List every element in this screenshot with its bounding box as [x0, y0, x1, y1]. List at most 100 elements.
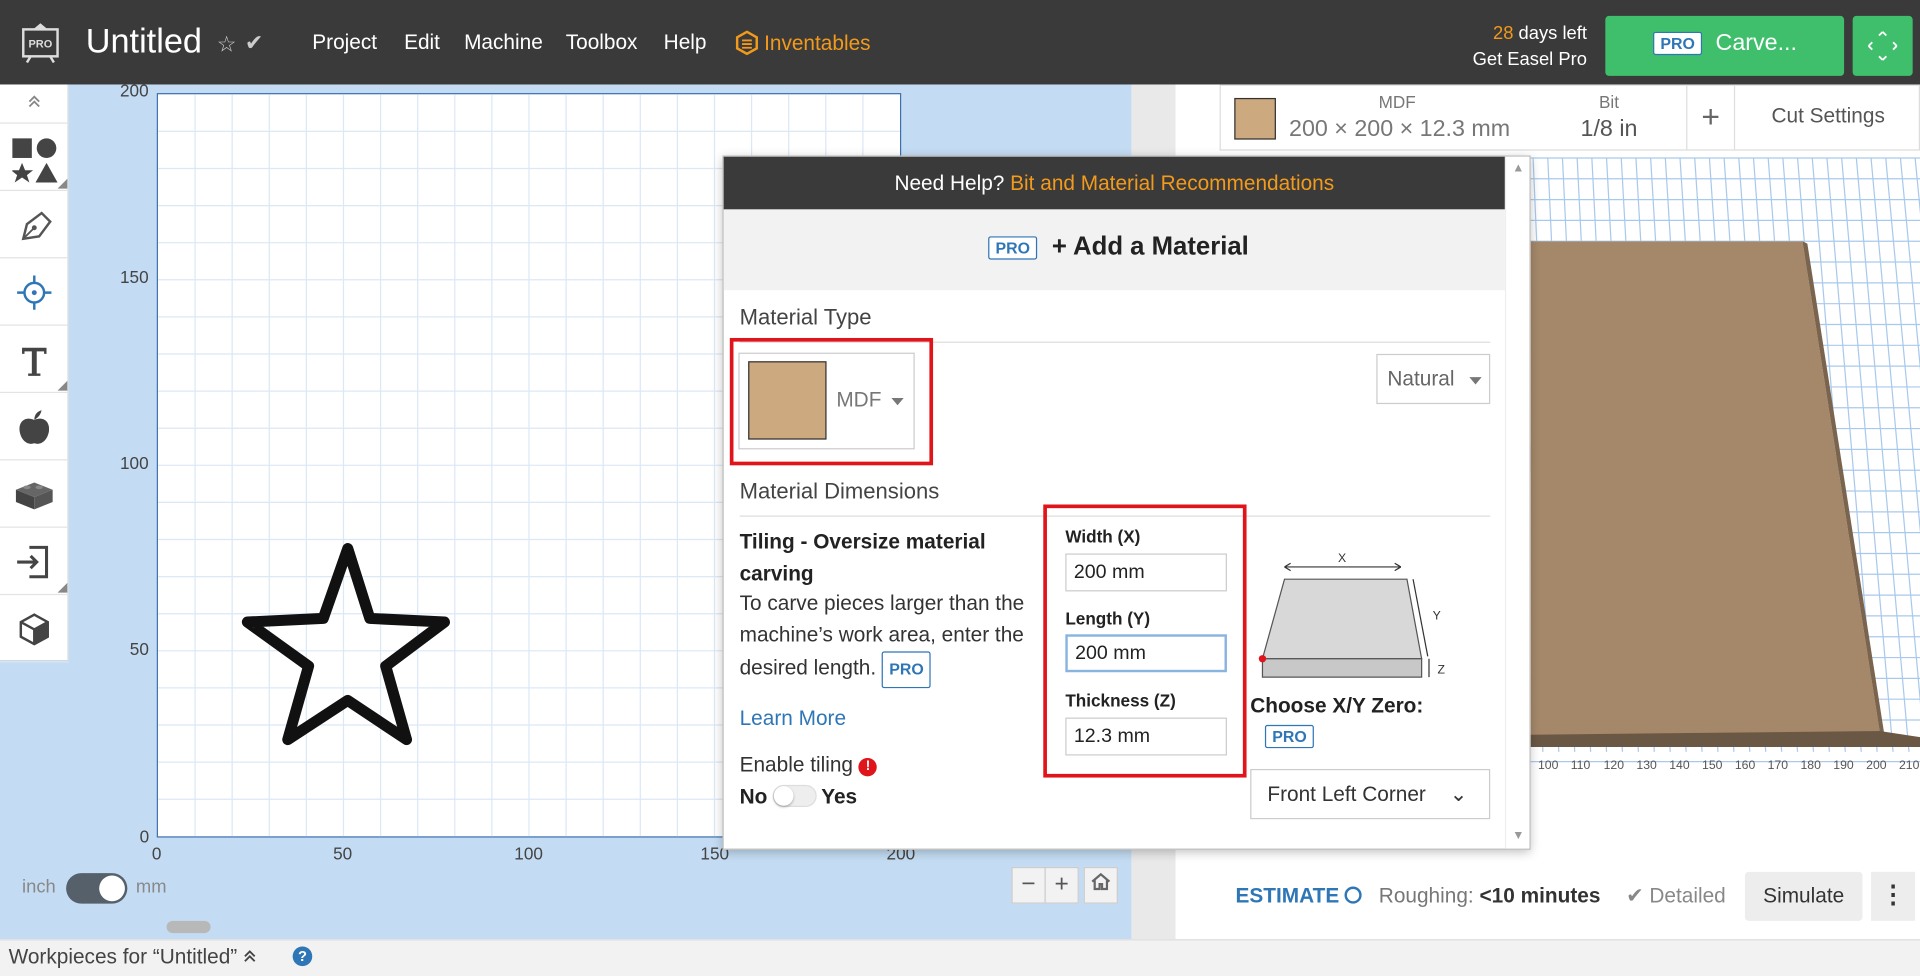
- roughing-estimate: Roughing: <10 minutes: [1379, 884, 1601, 908]
- preview-ruler-tick: 130: [1636, 759, 1657, 773]
- material-type-heading: Material Type: [739, 304, 872, 330]
- tiling-yes-label: Yes: [821, 784, 858, 809]
- enable-tiling-label: Enable tiling !: [740, 753, 878, 777]
- alert-icon: !: [858, 757, 878, 777]
- length-label: Length (Y): [1065, 608, 1151, 629]
- workpieces-toggle[interactable]: Workpieces for “Untitled”: [9, 945, 258, 969]
- preview-ruler-tick: 100: [1537, 759, 1559, 773]
- y-axis-tick: 200: [120, 80, 149, 101]
- y-axis-tick: 100: [120, 453, 149, 473]
- detailed-estimate: ✔ Detailed: [1626, 884, 1726, 908]
- width-input[interactable]: [1065, 553, 1227, 592]
- home-view-button[interactable]: [1083, 866, 1118, 904]
- learn-more-link[interactable]: Learn More: [740, 707, 846, 731]
- clock-icon: [1345, 886, 1363, 904]
- zero-corner-value: Front Left Corner: [1267, 782, 1426, 806]
- width-label: Width (X): [1065, 526, 1141, 547]
- zero-corner-select[interactable]: Front Left Corner ⌄: [1250, 768, 1491, 820]
- more-options-icon[interactable]: ⋮: [1871, 871, 1916, 921]
- apple-icon: [19, 410, 50, 444]
- diagram-z-label: Z: [1438, 662, 1446, 676]
- dialog-scrollbar[interactable]: ▲ ▼: [1504, 156, 1530, 849]
- x-axis-tick: 0: [151, 843, 162, 864]
- finish-value: Natural: [1387, 367, 1455, 391]
- preview-ruler-tick: 140: [1669, 759, 1690, 773]
- menu-machine[interactable]: Machine: [464, 31, 543, 55]
- bit-material-recommendations-link[interactable]: Bit and Material Recommendations: [1010, 171, 1334, 194]
- preview-ruler-tick: 160: [1734, 759, 1756, 773]
- inventables-logo-icon: [735, 30, 758, 56]
- detailed-label: Detailed: [1649, 884, 1726, 908]
- import-tool-button[interactable]: [0, 528, 69, 596]
- trial-info[interactable]: 28 days left Get Easel Pro: [1472, 21, 1587, 72]
- bit-label[interactable]: Bit: [1537, 92, 1681, 112]
- tiling-title: Tiling - Oversize material carving: [739, 530, 986, 586]
- scroll-up-icon[interactable]: ▲: [1512, 162, 1524, 175]
- horizontal-scrollbar[interactable]: [166, 920, 211, 934]
- x-axis-tick: 50: [333, 843, 353, 864]
- inventables-link[interactable]: Inventables: [735, 30, 871, 57]
- star-shape[interactable]: [236, 540, 481, 785]
- get-easel-pro-link[interactable]: Get Easel Pro: [1473, 49, 1587, 70]
- y-axis-tick: 0: [139, 826, 150, 847]
- finish-select[interactable]: Natural: [1376, 353, 1491, 405]
- material-swatch[interactable]: [1234, 97, 1276, 140]
- length-input[interactable]: [1065, 634, 1227, 673]
- carve-button[interactable]: PRO Carve...: [1605, 15, 1845, 76]
- pro-badge: PRO: [1264, 724, 1315, 749]
- add-material-button[interactable]: PRO + Add a Material: [723, 209, 1505, 291]
- check-icon: ✔: [1626, 884, 1644, 908]
- text-icon: [22, 347, 47, 376]
- chevron-down-icon: ⌄: [1449, 782, 1468, 806]
- text-tool-button[interactable]: [0, 326, 69, 394]
- material-dimensions[interactable]: 200 × 200 × 12.3 mm: [1281, 116, 1519, 143]
- scroll-down-icon[interactable]: ▼: [1512, 829, 1524, 842]
- easel-pro-logo-icon[interactable]: PRO: [21, 22, 60, 64]
- logo-label: PRO: [28, 39, 52, 51]
- inventables-label: Inventables: [764, 31, 871, 56]
- add-bit-button[interactable]: +: [1686, 85, 1736, 150]
- add-material-label: + Add a Material: [1051, 232, 1249, 261]
- project-title[interactable]: Untitled: [86, 22, 202, 61]
- menu-help[interactable]: Help: [664, 31, 707, 55]
- pro-badge: PRO: [1653, 31, 1703, 56]
- material-dimensions-heading: Material Dimensions: [739, 478, 940, 504]
- choose-zero-label: Choose X/Y Zero:: [1250, 694, 1424, 718]
- toggle-knob: [99, 875, 125, 902]
- material-name[interactable]: MDF: [1281, 92, 1514, 112]
- diagram-y-label: Y: [1433, 609, 1441, 623]
- help-banner: Need Help? Bit and Material Recommendati…: [723, 156, 1505, 210]
- trial-days-suffix: days left: [1513, 23, 1587, 45]
- preview-ruler-tick: 200: [1866, 759, 1887, 773]
- simulate-button[interactable]: Simulate: [1744, 871, 1863, 921]
- bit-value[interactable]: 1/8 in: [1537, 116, 1681, 143]
- material-board-3d: [1530, 241, 1920, 747]
- apps-tool-button[interactable]: [0, 460, 69, 528]
- menu-toolbox[interactable]: Toolbox: [566, 31, 638, 55]
- enable-tiling-text: Enable tiling: [739, 753, 854, 777]
- icons-tool-button[interactable]: [0, 393, 69, 461]
- zoom-out-button[interactable]: −: [1011, 866, 1046, 904]
- pen-tool-button[interactable]: [0, 191, 69, 259]
- preview-ruler-tick: 110: [1570, 759, 1591, 773]
- estimate-label: ESTIMATE: [1235, 884, 1340, 908]
- shapes-icon: [12, 138, 58, 183]
- menu-edit[interactable]: Edit: [404, 31, 440, 55]
- material-diagram: X Y Z: [1258, 551, 1446, 678]
- menu-project[interactable]: Project: [312, 31, 377, 55]
- estimate-button[interactable]: ESTIMATE: [1236, 884, 1363, 908]
- zoom-in-button[interactable]: +: [1044, 866, 1079, 904]
- collapse-sidebar-button[interactable]: [0, 84, 69, 124]
- point-tool-button[interactable]: [0, 258, 69, 326]
- shapes-tool-button[interactable]: [0, 124, 69, 192]
- help-icon[interactable]: ?: [292, 946, 313, 967]
- expand-preview-button[interactable]: [1852, 15, 1913, 76]
- thickness-input[interactable]: [1065, 717, 1227, 756]
- favorite-star-icon[interactable]: ☆: [217, 32, 237, 58]
- crosshair-icon: [17, 275, 52, 310]
- unit-toggle[interactable]: [66, 873, 128, 904]
- 3d-preview-button[interactable]: [0, 595, 69, 663]
- y-axis-tick: 150: [120, 266, 149, 287]
- cut-settings-button[interactable]: Cut Settings: [1735, 104, 1920, 128]
- tiling-toggle[interactable]: [772, 784, 817, 807]
